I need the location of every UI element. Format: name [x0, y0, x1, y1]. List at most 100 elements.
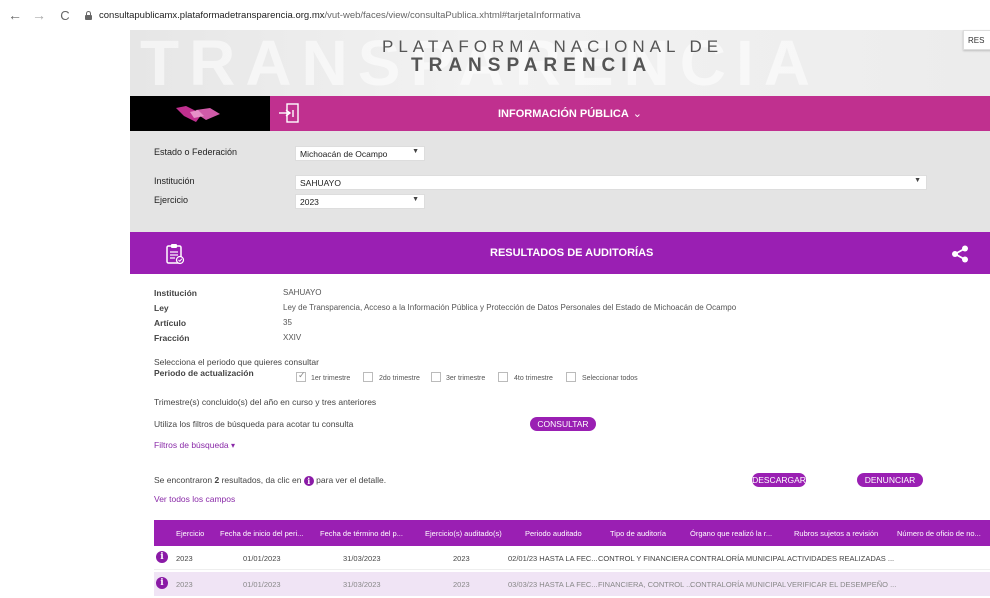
table-cell: 01/01/2023 [243, 554, 281, 563]
header-title-line2: TRANSPARENCIA [411, 55, 653, 76]
address-bar[interactable]: consultapublicamx.plataformadetransparen… [84, 4, 984, 26]
state-label: Estado o Federación [154, 147, 238, 157]
checkbox-label: 4to trimestre [514, 375, 553, 382]
column-header[interactable]: Fecha de término del p... [320, 529, 403, 538]
clipboard-icon [166, 244, 185, 265]
table-cell: CONTRALORÍA MUNICIPAL [690, 554, 787, 563]
chevron-down-icon: ▼ [914, 177, 921, 184]
back-arrow-icon[interactable]: ← [6, 7, 24, 23]
table-cell: 02/01/23 HASTA LA FEC... [508, 554, 598, 563]
ley-value: Ley de Transparencia, Acceso a la Inform… [283, 303, 737, 312]
checkbox-label: 1er trimestre [311, 375, 351, 382]
header-title-line1: PLATAFORMA NACIONAL DE [382, 37, 724, 56]
period-note: Trimestre(s) concluido(s) del año en cur… [154, 397, 377, 407]
denunciar-button[interactable]: DENUNCIAR [857, 473, 923, 487]
table-row[interactable]: i 2023 01/01/2023 31/03/2023 2023 03/03/… [154, 572, 990, 596]
table-cell: 2023 [453, 554, 470, 563]
column-header[interactable]: Fecha de inicio del peri... [220, 529, 303, 538]
institution-select-value: SAHUAYO [300, 178, 341, 188]
articulo-label: Artículo [154, 318, 187, 328]
info-icon[interactable]: i [156, 551, 168, 563]
fraccion-value: XXIV [283, 333, 302, 342]
column-header[interactable]: Periodo auditado [525, 529, 582, 538]
institution-label: Institución [154, 176, 195, 186]
url-path: /vut-web/faces/view/consultaPublica.xhtm… [324, 9, 581, 21]
site-header: TRANSPARENCIA PLATAFORMA NACIONAL DE TRA… [130, 30, 990, 96]
state-select[interactable]: Michoacán de Ocampo ▼ [295, 146, 425, 161]
table-cell: CONTROL Y FINANCIERA [598, 554, 689, 563]
checkbox-3er-trimestre[interactable] [431, 372, 441, 382]
checkbox-1er-trimestre[interactable] [296, 370, 306, 382]
descargar-button[interactable]: DESCARGAR [752, 473, 806, 487]
checkbox-label: 2do trimestre [379, 375, 420, 382]
articulo-value: 35 [283, 318, 292, 327]
results-title: RESULTADOS DE AUDITORÍAS [490, 247, 654, 259]
institucion-label: Institución [154, 288, 197, 298]
login-icon[interactable] [278, 102, 300, 124]
results-suffix: resultados, da clic en [219, 475, 304, 485]
column-header[interactable]: Tipo de auditoría [610, 529, 666, 538]
filtros-busqueda-label: Filtros de búsqueda [154, 440, 229, 450]
checkbox-label: Seleccionar todos [582, 375, 638, 382]
column-header[interactable]: Número de oficio de no... [897, 529, 981, 538]
table-cell: 2023 [176, 580, 193, 589]
info-bar: INFORMACIÓN PÚBLICA ⌄ [130, 96, 990, 131]
table-cell: 2023 [176, 554, 193, 563]
ley-label: Ley [154, 303, 169, 313]
results-end: para ver el detalle. [313, 475, 387, 485]
info-icon: i [303, 475, 314, 486]
checkbox-seleccionar-todos[interactable] [566, 372, 576, 382]
column-header[interactable]: Ejercicio [176, 529, 204, 538]
year-label: Ejercicio [154, 195, 189, 205]
chevron-down-icon: ⌄ [632, 108, 642, 120]
filtros-busqueda-link[interactable]: Filtros de búsqueda ▾ [154, 440, 235, 450]
chevron-down-icon: ▾ [231, 441, 236, 450]
results-count-text: Se encontraron 2 resultados, da clic en … [154, 475, 386, 486]
informacion-publica-menu[interactable]: INFORMACIÓN PÚBLICA ⌄ [498, 107, 642, 120]
checkbox-2do-trimestre[interactable] [363, 372, 373, 382]
period-prompt: Selecciona el periodo que quieres consul… [154, 357, 319, 367]
pnt-logo-icon [176, 106, 220, 122]
column-header[interactable]: Órgano que realizó la r... [690, 529, 772, 538]
table-cell: 01/01/2023 [243, 580, 281, 589]
table-cell: FINANCIERA, CONTROL ... [598, 580, 693, 589]
results-table-header: Ejercicio Fecha de inicio del peri... Fe… [154, 520, 990, 546]
informacion-publica-label: INFORMACIÓN PÚBLICA [498, 108, 629, 120]
table-cell: 03/03/23 HASTA LA FEC... [508, 580, 598, 589]
results-bar: RESULTADOS DE AUDITORÍAS [130, 232, 990, 274]
chevron-down-icon: ▼ [412, 148, 419, 155]
table-cell: 31/03/2023 [343, 580, 381, 589]
filter-panel: Estado o Federación Michoacán de Ocampo … [130, 131, 990, 232]
institucion-value: SAHUAYO [283, 288, 322, 297]
table-cell: 31/03/2023 [343, 554, 381, 563]
year-select-value: 2023 [300, 197, 319, 207]
consultar-button[interactable]: CONSULTAR [530, 417, 596, 431]
share-icon[interactable] [951, 245, 969, 263]
url-host: consultapublicamx.plataformadetransparen… [99, 9, 325, 21]
search-hint: Utiliza los filtros de búsqueda para aco… [154, 419, 354, 429]
table-cell: CONTRALORÍA MUNICIPAL [690, 580, 787, 589]
ver-todos-campos-link[interactable]: Ver todos los campos [154, 494, 235, 504]
fraccion-label: Fracción [154, 333, 190, 343]
info-icon[interactable]: i [156, 577, 168, 589]
state-select-value: Michoacán de Ocampo [300, 149, 388, 159]
chevron-down-icon: ▼ [412, 196, 419, 203]
table-row[interactable]: i 2023 01/01/2023 31/03/2023 2023 02/01/… [154, 546, 990, 570]
table-cell: ACTIVIDADES REALIZADAS ... [787, 554, 895, 563]
institution-select[interactable]: SAHUAYO ▼ [295, 175, 927, 190]
forward-arrow-icon[interactable]: → [30, 7, 48, 23]
browser-toolbar: ← → C consultapublicamx.plataformadetran… [0, 0, 990, 30]
reload-icon[interactable]: C [56, 8, 74, 23]
checkbox-4to-trimestre[interactable] [498, 372, 508, 382]
year-select[interactable]: 2023 ▼ [295, 194, 425, 209]
lock-icon [84, 10, 93, 20]
results-prefix: Se encontraron [154, 475, 215, 485]
floating-chip[interactable]: RES [963, 30, 990, 50]
checkbox-label: 3er trimestre [446, 375, 486, 382]
period-label: Periodo de actualización [154, 368, 254, 378]
column-header[interactable]: Rubros sujetos a revisión [794, 529, 878, 538]
table-cell: VERIFICAR EL DESEMPEÑO ... [787, 580, 897, 589]
logo-box[interactable] [130, 96, 270, 131]
column-header[interactable]: Ejercicio(s) auditado(s) [425, 529, 502, 538]
table-cell: 2023 [453, 580, 470, 589]
